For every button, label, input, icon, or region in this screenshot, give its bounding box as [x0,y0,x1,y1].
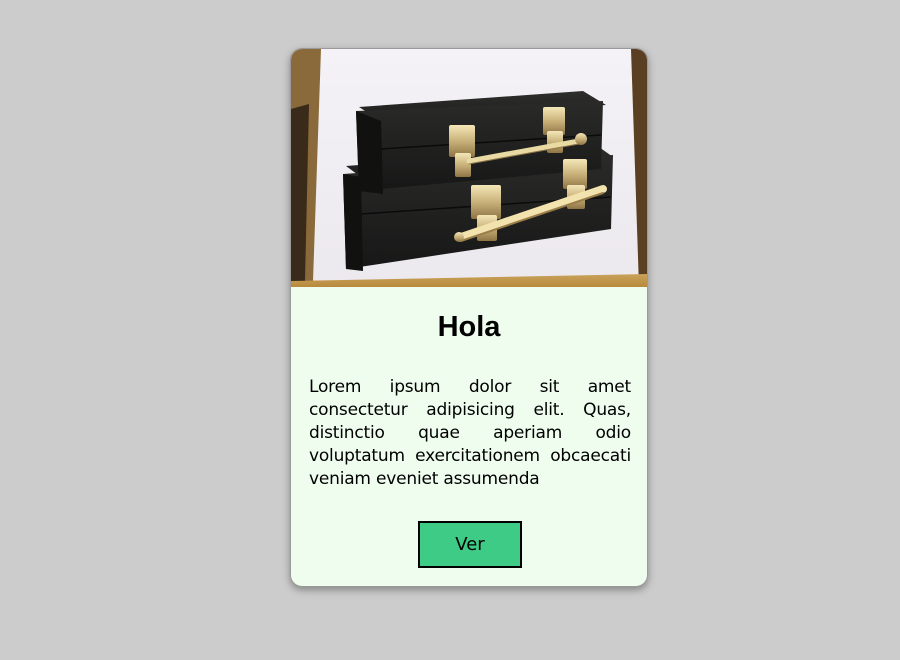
product-card: Hola Lorem ipsum dolor sit amet consecte… [290,48,648,587]
card-title: Hola [437,311,501,343]
product-image [291,49,647,287]
briefcases-photo [291,49,647,287]
card-description: Lorem ipsum dolor sit amet consectetur a… [309,377,631,489]
view-button[interactable]: Ver [418,521,522,568]
